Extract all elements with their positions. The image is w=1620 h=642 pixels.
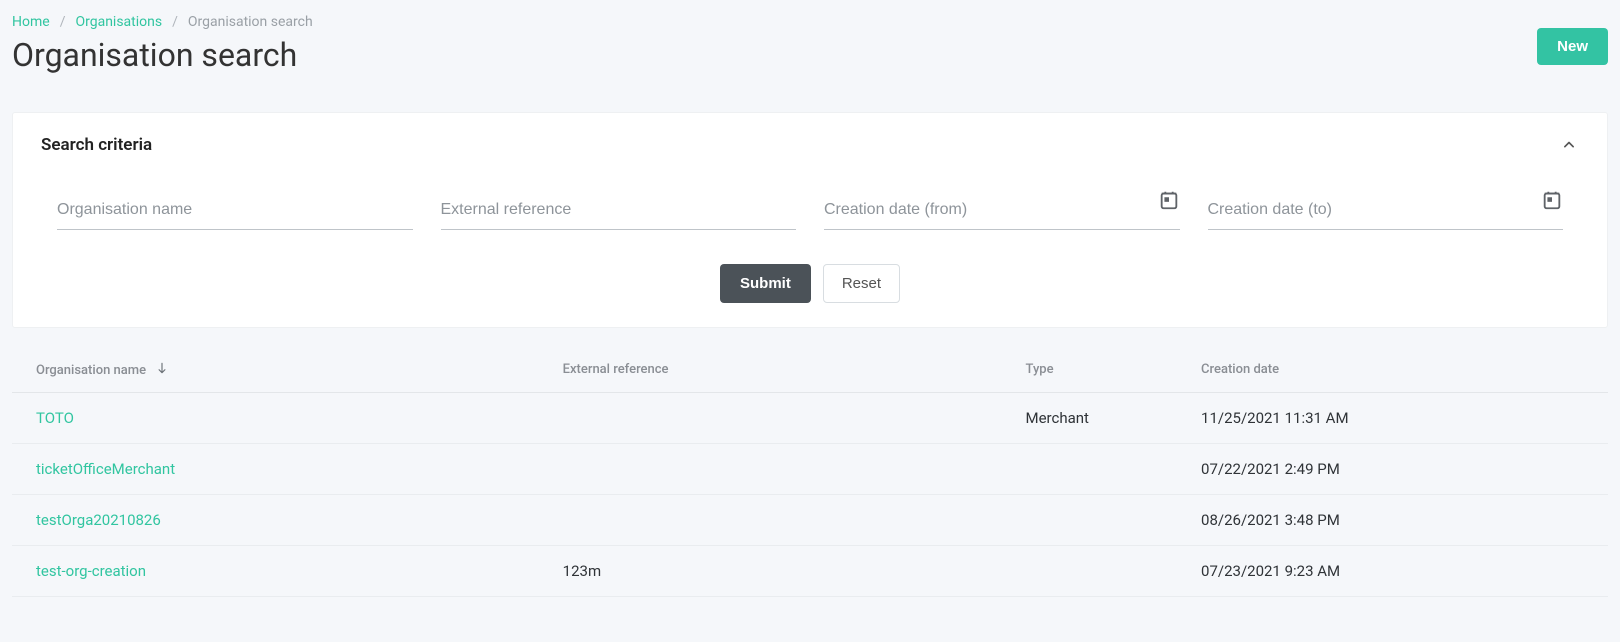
creation-date-cell: 11/25/2021 11:31 AM — [1177, 393, 1608, 444]
breadcrumb-organisations[interactable]: Organisations — [75, 14, 162, 30]
table-row: ticketOfficeMerchant 07/22/2021 2:49 PM — [12, 444, 1608, 495]
creation-date-cell: 07/23/2021 9:23 AM — [1177, 546, 1608, 597]
external-reference-cell — [539, 495, 1002, 546]
type-cell — [1002, 495, 1178, 546]
external-reference-cell — [539, 393, 1002, 444]
column-header-type[interactable]: Type — [1002, 342, 1178, 393]
organisation-name-field — [57, 193, 413, 230]
page-title: Organisation search — [12, 36, 313, 74]
search-criteria-card: Search criteria — [12, 112, 1608, 328]
breadcrumb-current: Organisation search — [188, 14, 313, 30]
reset-button[interactable]: Reset — [823, 264, 900, 303]
creation-date-cell: 08/26/2021 3:48 PM — [1177, 495, 1608, 546]
creation-date-from-field — [824, 193, 1180, 230]
column-header-label: Organisation name — [36, 363, 146, 378]
column-header-external-reference[interactable]: External reference — [539, 342, 1002, 393]
creation-date-cell: 07/22/2021 2:49 PM — [1177, 444, 1608, 495]
calendar-icon[interactable] — [1541, 189, 1563, 211]
breadcrumb-separator: / — [60, 14, 66, 30]
collapse-toggle[interactable] — [1559, 135, 1579, 155]
creation-date-to-input[interactable] — [1208, 193, 1564, 230]
organisation-link[interactable]: test-org-creation — [36, 562, 146, 580]
external-reference-input[interactable] — [441, 193, 797, 230]
results-table: Organisation name External reference Typ… — [12, 342, 1608, 597]
table-row: TOTO Merchant11/25/2021 11:31 AM — [12, 393, 1608, 444]
organisation-link[interactable]: testOrga20210826 — [36, 511, 161, 529]
organisation-name-input[interactable] — [57, 193, 413, 230]
search-criteria-title: Search criteria — [41, 135, 152, 155]
organisation-link[interactable]: TOTO — [36, 409, 74, 427]
new-button[interactable]: New — [1537, 28, 1608, 65]
breadcrumb: Home / Organisations / Organisation sear… — [12, 12, 313, 36]
external-reference-cell — [539, 444, 1002, 495]
calendar-icon[interactable] — [1158, 189, 1180, 211]
organisation-link[interactable]: ticketOfficeMerchant — [36, 460, 175, 478]
type-cell — [1002, 546, 1178, 597]
column-header-organisation-name[interactable]: Organisation name — [12, 342, 539, 393]
breadcrumb-separator: / — [172, 14, 178, 30]
table-row: test-org-creation 123m 07/23/2021 9:23 AM — [12, 546, 1608, 597]
creation-date-from-input[interactable] — [824, 193, 1180, 230]
sort-descending-icon — [155, 364, 169, 379]
submit-button[interactable]: Submit — [720, 264, 811, 303]
chevron-up-icon — [1559, 135, 1579, 155]
external-reference-cell: 123m — [539, 546, 1002, 597]
type-cell: Merchant — [1002, 393, 1178, 444]
breadcrumb-home[interactable]: Home — [12, 14, 50, 30]
type-cell — [1002, 444, 1178, 495]
external-reference-field — [441, 193, 797, 230]
creation-date-to-field — [1208, 193, 1564, 230]
column-header-creation-date[interactable]: Creation date — [1177, 342, 1608, 393]
table-row: testOrga20210826 08/26/2021 3:48 PM — [12, 495, 1608, 546]
